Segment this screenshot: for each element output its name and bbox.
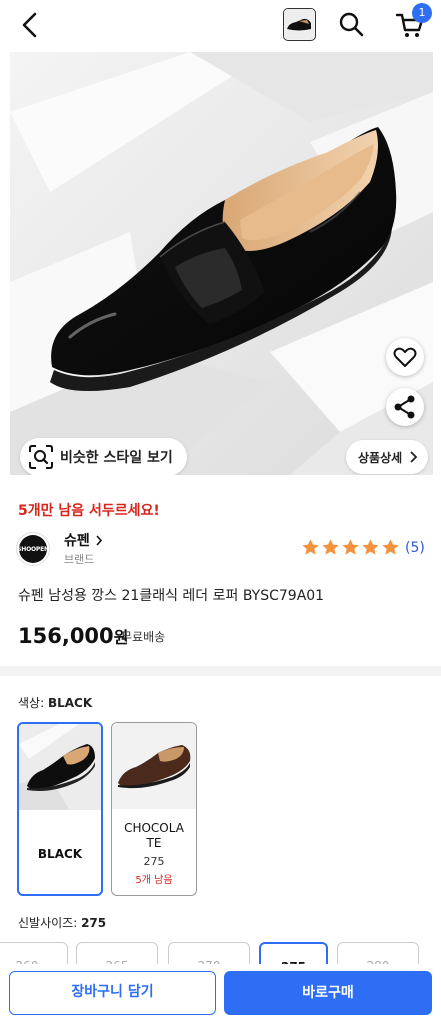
- review-count[interactable]: (5): [405, 540, 425, 556]
- color-option-size: 275: [143, 854, 165, 868]
- size-label-text: 신발사이즈:: [18, 916, 78, 930]
- color-option-name-line1: CHOCOLA: [124, 820, 184, 835]
- bottom-action-bar: 장바구니 담기 바로구매: [0, 964, 441, 1024]
- color-option-chocolate[interactable]: CHOCOLA TE 275 5개 남음: [111, 722, 197, 896]
- color-option-image: [112, 723, 196, 809]
- heart-icon: [393, 347, 417, 367]
- color-option-stock: 5개 남음: [135, 874, 173, 886]
- color-option-image: [19, 724, 101, 810]
- star-icon: [382, 539, 399, 555]
- product-detail-button[interactable]: 상품상세: [346, 440, 429, 474]
- brand-caption: 브랜드: [64, 553, 95, 566]
- price-value: 156,000: [18, 624, 114, 648]
- color-option-name-line2: TE: [146, 835, 162, 850]
- section-divider: [0, 666, 441, 676]
- color-option-black[interactable]: BLACK: [17, 722, 103, 896]
- star-icon: [322, 539, 339, 555]
- share-button[interactable]: [386, 388, 424, 426]
- size-chip[interactable]: 260: [0, 942, 68, 966]
- rating[interactable]: (5): [301, 538, 425, 557]
- chocolate-loafer-thumbnail: [112, 723, 196, 809]
- selected-color: BLACK: [47, 696, 93, 710]
- shoe-thumbnail-icon: [284, 9, 314, 39]
- size-chip[interactable]: 280: [337, 942, 419, 966]
- color-option-label: 색상: BLACK: [18, 694, 92, 711]
- brand-logo[interactable]: SHOOPEN: [16, 532, 50, 566]
- product-image[interactable]: 비슷한 스타일 보기 상품상세: [10, 52, 433, 475]
- size-options-row: 260 265 270 275 280: [0, 942, 441, 966]
- scan-search-icon: [29, 445, 53, 469]
- brand-logo-mark: SHOOPEN: [17, 535, 49, 563]
- black-loafer-thumbnail: [19, 724, 101, 810]
- color-option-name: CHOCOLA TE: [124, 821, 184, 851]
- selected-size: 275: [81, 916, 107, 930]
- cart-count-badge: 1: [412, 3, 432, 23]
- chevron-right-icon: [96, 535, 102, 546]
- similar-style-button[interactable]: 비슷한 스타일 보기: [20, 438, 187, 475]
- buy-now-button[interactable]: 바로구매: [224, 971, 432, 1015]
- favorite-button[interactable]: [386, 338, 424, 376]
- back-arrow-icon[interactable]: [16, 10, 46, 40]
- size-option-label: 신발사이즈: 275: [18, 914, 106, 931]
- top-bar: 1: [0, 0, 441, 50]
- color-option-text: CHOCOLA TE 275 5개 남음: [112, 811, 196, 895]
- color-option-name: BLACK: [37, 846, 83, 861]
- product-detail-label: 상품상세: [358, 450, 403, 465]
- brand-name: 슈펜: [64, 533, 90, 549]
- add-to-cart-button[interactable]: 장바구니 담기: [9, 971, 216, 1015]
- size-chip[interactable]: 270: [168, 942, 250, 966]
- brand-link[interactable]: 슈펜: [64, 530, 103, 550]
- color-label-text: 색상:: [18, 696, 45, 710]
- star-icon: [302, 539, 319, 555]
- color-option-text: BLACK: [19, 812, 101, 894]
- stock-warning: 5개만 남음 서두르세요!: [18, 503, 160, 519]
- image-search-thumbnail-button[interactable]: [283, 8, 316, 41]
- chevron-right-icon: [410, 451, 418, 463]
- size-chip[interactable]: 265: [76, 942, 158, 966]
- product-name: 슈펜 남성용 깡스 21클래식 레더 로퍼 BYSC79A01: [18, 588, 325, 604]
- star-icon: [342, 539, 359, 555]
- loafer-photo: [10, 52, 433, 475]
- share-icon: [394, 395, 415, 419]
- shipping-info: 무료배송: [121, 630, 166, 644]
- price: 156,000원: [18, 624, 128, 648]
- rating-stars: [301, 538, 400, 557]
- search-icon[interactable]: [337, 10, 365, 38]
- size-chip-selected[interactable]: 275: [259, 942, 328, 966]
- similar-style-label: 비슷한 스타일 보기: [60, 450, 173, 466]
- star-icon: [362, 539, 379, 555]
